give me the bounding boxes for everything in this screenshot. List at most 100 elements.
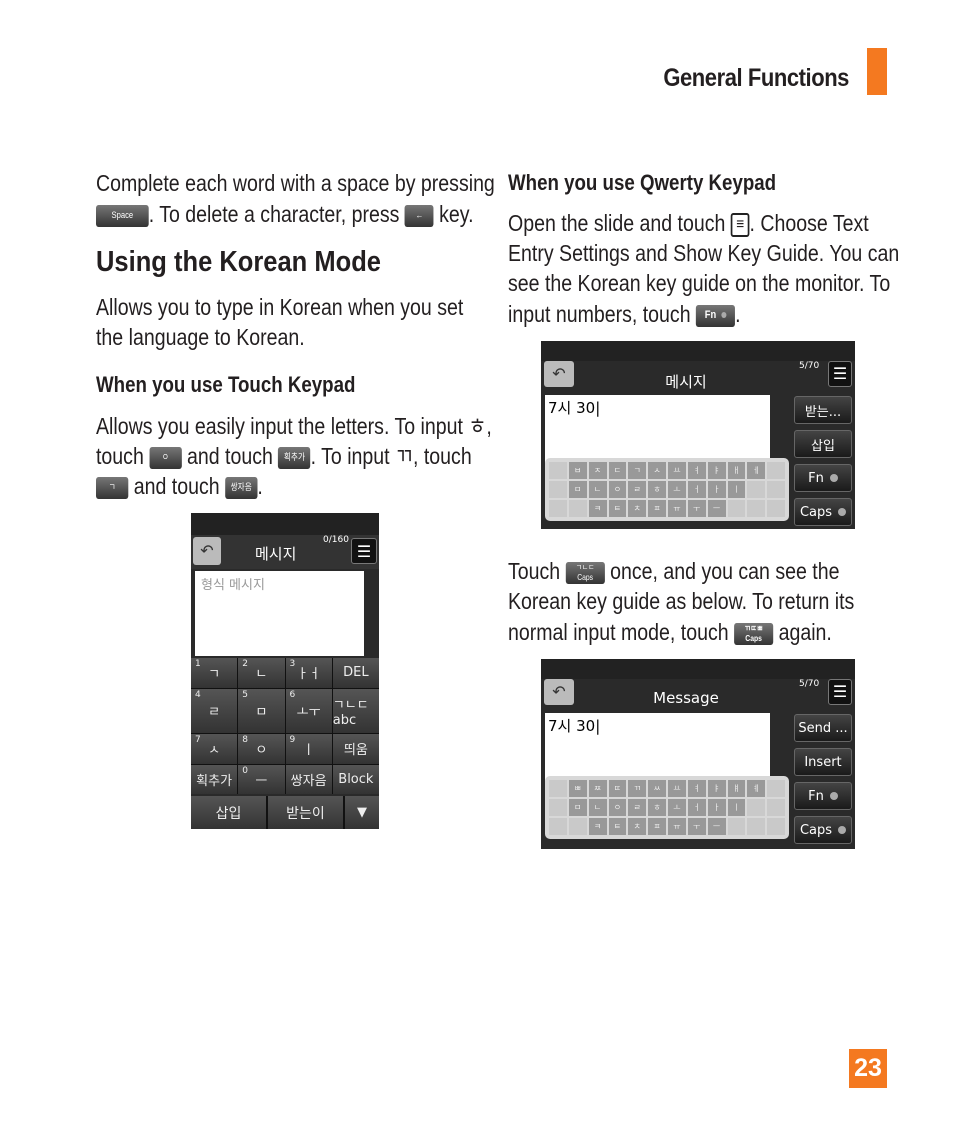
desc-line2: the language to Korean. <box>96 324 305 350</box>
qwerty-line3: see the Korean key guide on the monitor.… <box>508 270 891 296</box>
key-guide-key: ㅛ <box>668 462 686 479</box>
page-number: 23 <box>849 1049 887 1088</box>
key-guide-key <box>549 799 567 816</box>
key-label: ㅗㅜ <box>296 705 321 721</box>
side-button-label: Caps <box>799 504 833 520</box>
key-guide-key <box>549 481 567 498</box>
key-number: 2 <box>242 659 248 669</box>
key-guide-key <box>549 462 567 479</box>
key-guide-key: ㅊ <box>628 818 647 835</box>
key-guide-key <box>727 500 746 517</box>
key-guide-key: ㅓ <box>687 481 706 498</box>
key-guide-key: ㅏ <box>707 481 726 498</box>
side-button: Caps <box>794 498 852 526</box>
char-counter: 5/70 <box>799 361 820 371</box>
key-guide-key: ㅒ <box>727 780 746 797</box>
key-label: ㅣ <box>302 743 315 759</box>
collapse-icon: ▼ <box>345 796 379 829</box>
menu-icon: ☰ <box>351 538 377 564</box>
fn-label: Fn <box>704 308 717 321</box>
caps-label: Caps <box>577 572 594 582</box>
side-button-label: Send ... <box>798 720 848 736</box>
text: input numbers, touch <box>508 301 691 327</box>
keypad-key: 쌍자음 <box>285 764 332 794</box>
keypad-key: 9ㅣ <box>285 734 332 764</box>
key-guide-key <box>747 818 766 835</box>
key-label: ㄹ <box>208 705 221 721</box>
side-button-label: Fn <box>808 470 824 486</box>
key-label: ㄱ <box>208 667 221 683</box>
key-label: ㅡ <box>255 773 268 789</box>
key-guide-key: ㅁ <box>568 799 587 816</box>
key-guide-key <box>767 799 785 816</box>
key-number: 6 <box>289 689 296 700</box>
menu-icon: ☰ <box>828 679 852 705</box>
double-consonant-key-icon: 쌍자음 <box>225 476 258 499</box>
side-button-label: Fn <box>808 788 824 804</box>
touch-keypad-heading: When you use Touch Keypad <box>96 372 356 397</box>
section-accent-bar <box>867 48 887 95</box>
section-title: General Functions <box>663 64 849 92</box>
key-guide-key: ㅊ <box>628 500 647 517</box>
key-guide-key: ㅗ <box>668 799 686 816</box>
char-counter: 5/70 <box>799 679 820 689</box>
key-guide-key: ㄲ <box>628 780 647 797</box>
caps-sub: ㄱㄴㄷ <box>575 562 595 572</box>
space-key-icon: Space <box>96 204 149 227</box>
key-guide-key: ㅈ <box>588 462 607 479</box>
touch-line1: Allows you easily input the letters. To … <box>96 413 492 439</box>
touch-line3: ㄱ and touch 쌍자음. <box>96 471 263 501</box>
intro-line2: Space. To delete a character, press ← ke… <box>96 199 474 229</box>
key-guide-key: ㄹ <box>628 799 647 816</box>
text: once, and you can see the <box>610 558 840 584</box>
text: normal input mode, touch <box>508 619 729 645</box>
side-button-label: 삽입 <box>811 438 835 454</box>
keypad-key: 4ㄹ <box>191 688 238 733</box>
key-guide-key: ㅓ <box>687 799 706 816</box>
intro-line1: Complete each word with a space by press… <box>96 170 495 196</box>
key-guide-key: ㅖ <box>747 780 766 797</box>
key-guide-key <box>549 818 567 835</box>
qwerty-line2: Entry Settings and Show Key Guide. You c… <box>508 240 900 266</box>
touch-line2: touch ㅇ and touch 획추가. To input ㄲ, touch <box>96 441 472 471</box>
key-guide-key: ㅜ <box>687 500 706 517</box>
key-guide-key: ㅁ <box>568 481 587 498</box>
key-label: ㅇ <box>255 743 268 759</box>
side-button: Caps <box>794 816 852 844</box>
key-guide-key: ㅠ <box>668 818 686 835</box>
recipient-button: 받는이 <box>268 796 343 829</box>
char-counter: 0/160 <box>323 535 349 545</box>
message-text: 7시 30 <box>548 399 596 417</box>
key-guide-key <box>568 818 587 835</box>
key-guide-key: ㄹ <box>628 481 647 498</box>
key-guide-key: ㄱ <box>628 462 647 479</box>
key-guide-key: ㅣ <box>727 481 746 498</box>
side-button-label: Insert <box>804 754 842 770</box>
key-guide-key: ㅔ <box>747 462 766 479</box>
keypad-key: ㄱㄴㄷ abc <box>332 688 379 733</box>
key-label: DEL <box>343 665 369 681</box>
key-guide-key <box>767 462 785 479</box>
key-guide-key: ㅕ <box>687 462 706 479</box>
korean-key-guide: ㅃㅉㄸㄲㅆㅛㅕㅑㅒㅖㅁㄴㅇㄹㅎㅗㅓㅏㅣㅋㅌㅊㅍㅠㅜㅡ <box>545 776 789 839</box>
key-guide-key <box>568 500 587 517</box>
key-guide-key: ㅇ <box>608 799 627 816</box>
key-number: 7 <box>195 735 201 745</box>
side-button: 받는... <box>794 396 852 424</box>
key-guide-key: ㅍ <box>648 500 666 517</box>
intro-text: . To delete a character, press <box>148 201 400 227</box>
text: and touch <box>186 443 273 469</box>
key-number: 0 <box>242 765 248 776</box>
key-guide-key <box>767 780 785 797</box>
key-guide-key: ㅉ <box>588 780 607 797</box>
text: touch <box>96 443 144 469</box>
key-label: Block <box>338 771 374 787</box>
screen-title: 메시지 <box>665 373 707 391</box>
side-button: Send ... <box>794 714 852 742</box>
key-number: 3 <box>289 659 296 669</box>
key-number: 8 <box>242 735 248 745</box>
key-guide-key: ㅂ <box>568 462 587 479</box>
caps-sub: ㄲㄸㅃ <box>744 623 763 633</box>
key-number: 9 <box>289 735 296 745</box>
text: . To input ㄲ, touch <box>310 443 472 469</box>
